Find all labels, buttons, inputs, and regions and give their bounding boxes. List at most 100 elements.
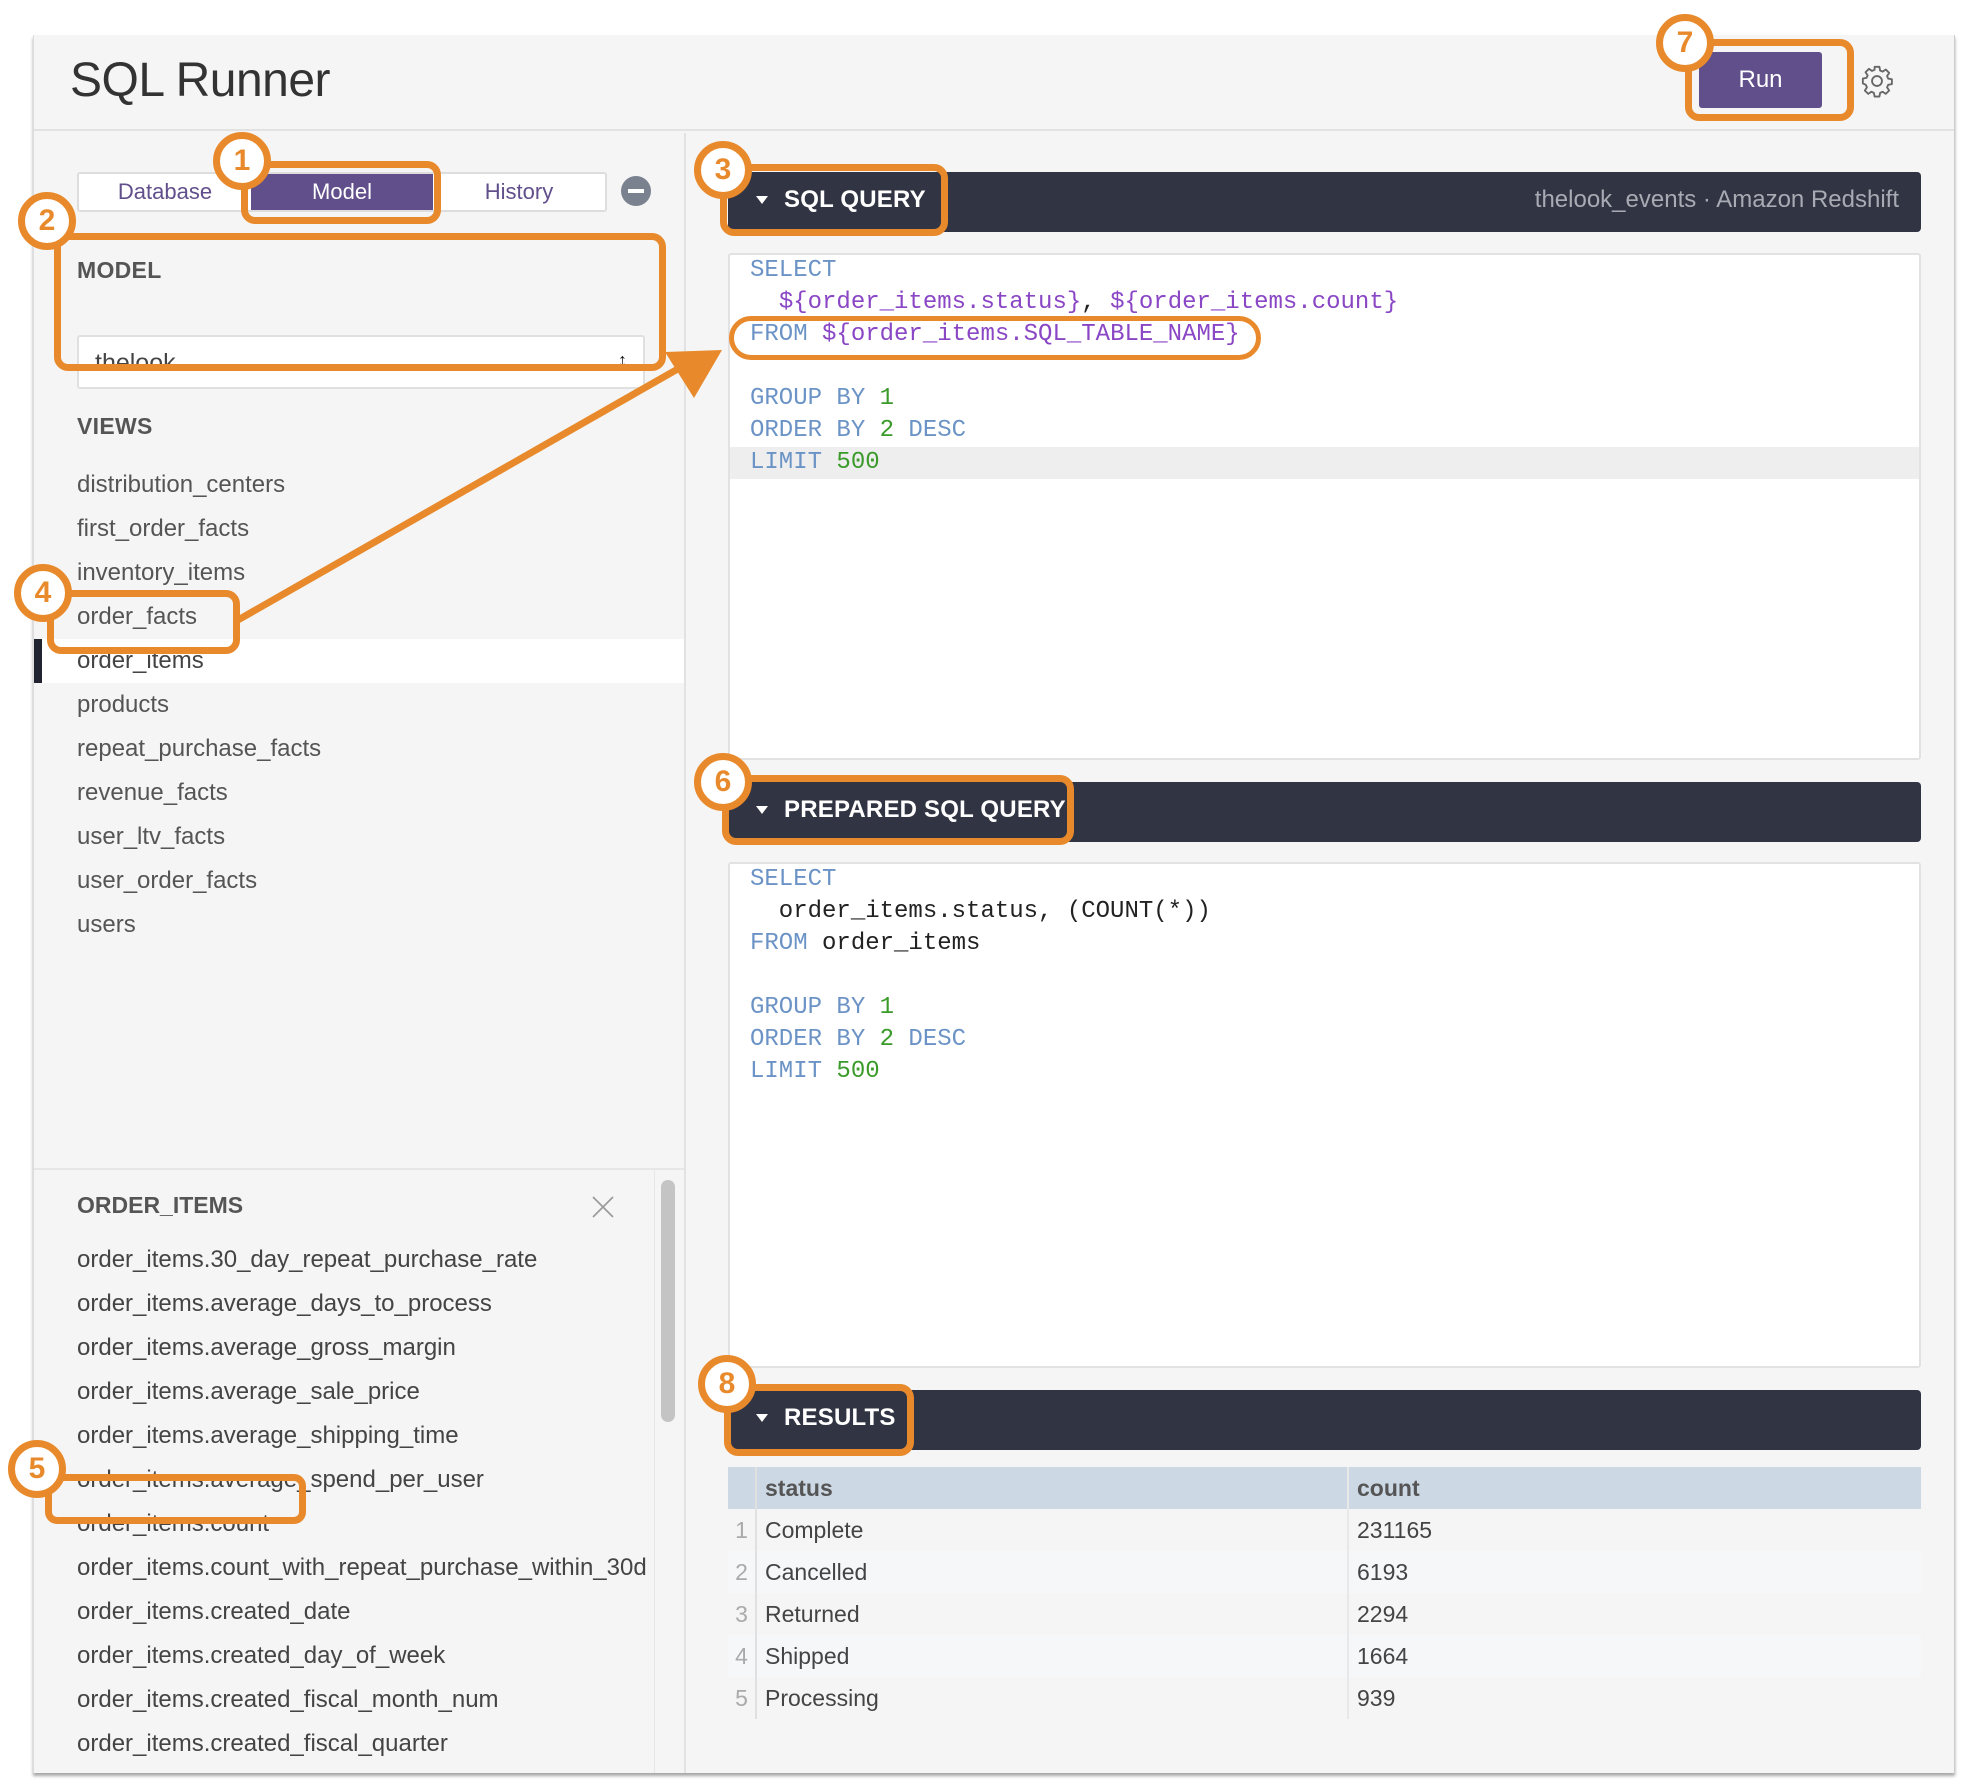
code-token: ORDER BY <box>750 1026 880 1053</box>
view-item[interactable]: inventory_items <box>34 551 684 595</box>
code-token: LIMIT <box>750 449 837 476</box>
sql-query-title: SQL QUERY <box>784 186 926 213</box>
count-cell: 1664 <box>1348 1635 1921 1677</box>
field-item[interactable]: order_items.count_with_repeat_purchase_w… <box>77 1546 647 1590</box>
table-row: 5 Processing 939 <box>728 1677 1921 1719</box>
code-token: order_items <box>822 930 981 957</box>
status-cell: Complete <box>756 1509 1349 1551</box>
page-header: SQL Runner Run <box>34 35 1954 131</box>
table-row: 4 Shipped 1664 <box>728 1635 1921 1677</box>
tab-model[interactable]: Model <box>251 174 433 210</box>
field-item[interactable]: order_items.count <box>77 1502 647 1546</box>
count-cell: 939 <box>1357 1684 1396 1711</box>
sql-code: SELECT ${order_items.status}, ${order_it… <box>730 255 1919 479</box>
field-item[interactable]: order_items.average_gross_margin <box>77 1326 647 1370</box>
row-index: 2 <box>728 1551 757 1593</box>
code-token: SELECT <box>750 866 837 893</box>
code-token: 2 <box>879 1026 895 1053</box>
sidebar-tabs: Database Model History <box>77 172 607 212</box>
gear-icon[interactable] <box>1860 64 1894 98</box>
prepared-sql-code: SELECT order_items.status, (COUNT(*)) FRO… <box>730 864 1919 1088</box>
model-select[interactable]: thelook ↕ <box>77 335 645 389</box>
sql-query-header[interactable]: SQL QUERY thelook_events · Amazon Redshi… <box>728 172 1921 232</box>
view-item[interactable]: revenue_facts <box>34 771 684 815</box>
scrollbar-thumb[interactable] <box>661 1180 675 1422</box>
view-item-selected[interactable]: order_items <box>34 639 684 683</box>
tab-history[interactable]: History <box>433 174 605 210</box>
column-header[interactable]: count <box>1348 1467 1921 1509</box>
prepared-sql-editor: SELECT order_items.status, (COUNT(*)) FRO… <box>728 862 1921 1368</box>
code-line: LIMIT 500 <box>730 447 1919 479</box>
table-row: 3 Returned 2294 <box>728 1593 1921 1635</box>
field-item[interactable]: order_items.average_spend_per_user <box>77 1458 647 1502</box>
code-token: ${order_items.status} <box>778 289 1082 316</box>
view-item[interactable]: order_facts <box>34 595 684 639</box>
view-item[interactable]: user_ltv_facts <box>34 815 684 859</box>
code-token: GROUP BY <box>750 385 880 412</box>
code-line: GROUP BY 1 <box>730 383 1919 415</box>
view-item[interactable]: products <box>34 683 684 727</box>
prepared-query-title: PREPARED SQL QUERY <box>784 796 1066 823</box>
code-line: SELECT <box>730 864 1919 896</box>
code-token: 1 <box>879 385 895 412</box>
status-cell: Returned <box>756 1593 1349 1635</box>
count-cell: 2294 <box>1357 1600 1409 1627</box>
view-item[interactable]: distribution_centers <box>34 463 684 507</box>
model-label: MODEL <box>77 257 162 283</box>
column-header[interactable]: status <box>756 1467 1349 1509</box>
results-header-row: status count <box>728 1467 1921 1509</box>
views-label: VIEWS <box>77 413 153 439</box>
field-item[interactable]: order_items.average_shipping_time <box>77 1414 647 1458</box>
field-item[interactable]: order_items.created_fiscal_quarter <box>77 1722 647 1766</box>
status-cell: Processing <box>756 1677 1349 1719</box>
row-index: 1 <box>728 1509 757 1551</box>
fields-list: order_items.30_day_repeat_purchase_rate … <box>77 1238 647 1766</box>
status-cell: Cancelled <box>756 1551 1349 1593</box>
minus-circle-icon[interactable] <box>621 176 651 206</box>
row-index: 3 <box>728 1593 757 1635</box>
view-item[interactable]: user_order_facts <box>34 859 684 903</box>
fields-panel: ORDER_ITEMS order_items.30_day_repeat_pu… <box>34 1168 684 1773</box>
code-line: LIMIT 500 <box>730 1056 1919 1088</box>
tab-database[interactable]: Database <box>79 174 251 210</box>
view-item[interactable]: users <box>34 903 684 947</box>
code-line: FROM ${order_items.SQL_TABLE_NAME} <box>730 319 1919 351</box>
connection-label: thelook_events · Amazon Redshift <box>1534 186 1899 213</box>
field-item[interactable]: order_items.average_days_to_process <box>77 1282 647 1326</box>
code-token: FROM <box>750 930 823 957</box>
view-item[interactable]: repeat_purchase_facts <box>34 727 684 771</box>
code-line: SELECT <box>730 255 1919 287</box>
select-arrows-icon: ↕ <box>618 350 627 370</box>
sql-editor[interactable]: SELECT ${order_items.status}, ${order_it… <box>728 253 1921 760</box>
run-button[interactable]: Run <box>1699 52 1822 108</box>
code-token: 500 <box>836 1058 880 1085</box>
code-token: 500 <box>836 449 880 476</box>
fields-panel-title: ORDER_ITEMS <box>77 1192 244 1218</box>
code-token: 1 <box>879 994 895 1021</box>
code-token: ${order_items.SQL_TABLE_NAME} <box>822 321 1240 348</box>
code-token: DESC <box>894 417 967 444</box>
caret-down-icon <box>756 806 768 814</box>
row-index: 4 <box>728 1635 757 1677</box>
field-item[interactable]: order_items.average_sale_price <box>77 1370 647 1414</box>
code-line: GROUP BY 1 <box>730 992 1919 1024</box>
field-item[interactable]: order_items.created_day_of_week <box>77 1634 647 1678</box>
code-line: ORDER BY 2 DESC <box>730 1024 1919 1056</box>
code-token: , <box>1081 289 1111 316</box>
row-index: 5 <box>728 1677 757 1719</box>
view-item[interactable]: first_order_facts <box>34 507 684 551</box>
code-token: 2 <box>879 417 895 444</box>
close-icon[interactable] <box>590 1194 616 1220</box>
table-row: 2 Cancelled 6193 <box>728 1551 1921 1593</box>
field-item[interactable]: order_items.created_fiscal_month_num <box>77 1678 647 1722</box>
field-item[interactable]: order_items.30_day_repeat_purchase_rate <box>77 1238 647 1282</box>
results-header[interactable]: RESULTS <box>728 1390 1921 1450</box>
count-cell: 231165 <box>1357 1516 1433 1543</box>
code-token: FROM <box>750 321 823 348</box>
field-item[interactable]: order_items.created_date <box>77 1590 647 1634</box>
sidebar: Database Model History MODEL thelook ↕ V… <box>34 133 686 1773</box>
prepared-query-header[interactable]: PREPARED SQL QUERY <box>728 782 1921 842</box>
